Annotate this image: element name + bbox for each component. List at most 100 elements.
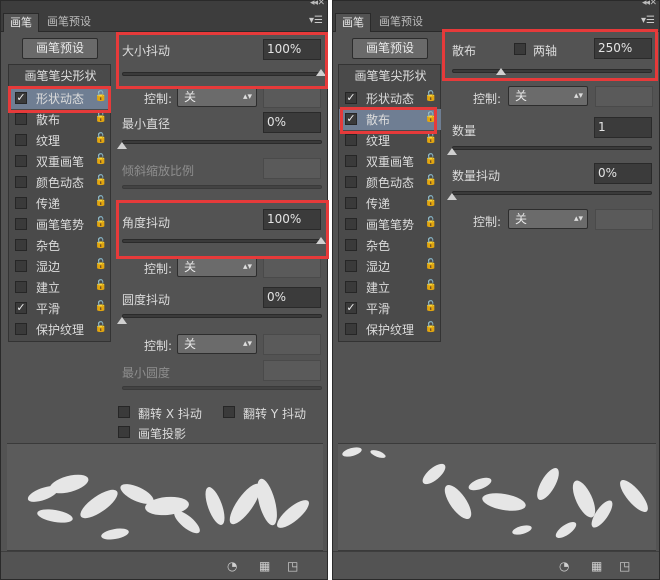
tab-brush[interactable]: 画笔 bbox=[335, 13, 371, 32]
list-item-shape-dynamics[interactable]: ✓ 形状动态 🔓 bbox=[339, 88, 441, 109]
checkbox[interactable] bbox=[15, 197, 27, 209]
toggle-bristle-preview-icon[interactable]: ◔ bbox=[227, 559, 237, 573]
count-jitter-thumb[interactable] bbox=[447, 193, 457, 200]
count-slider[interactable] bbox=[452, 146, 652, 150]
checkbox[interactable] bbox=[345, 197, 357, 209]
lock-icon[interactable]: 🔓 bbox=[425, 133, 437, 144]
lock-icon[interactable]: 🔓 bbox=[425, 175, 437, 186]
lock-icon[interactable]: 🔓 bbox=[95, 196, 107, 207]
checkbox[interactable] bbox=[345, 323, 357, 335]
checkbox[interactable] bbox=[345, 260, 357, 272]
lock-icon[interactable]: 🔓 bbox=[95, 175, 107, 186]
list-item-noise[interactable]: 杂色 🔓 bbox=[339, 235, 441, 256]
lock-icon[interactable]: 🔓 bbox=[425, 280, 437, 291]
lock-icon[interactable]: 🔓 bbox=[95, 154, 107, 165]
list-item-build-up[interactable]: 建立 🔓 bbox=[339, 277, 441, 298]
roundness-control-select[interactable]: 关 ▴▾ bbox=[177, 334, 257, 354]
panel-menu-icon[interactable]: ▾☰ bbox=[641, 15, 655, 26]
brush-presets-button[interactable]: 画笔预设 bbox=[22, 38, 98, 59]
angle-control-select[interactable]: 关 ▴▾ bbox=[177, 257, 257, 277]
list-item-dual-brush[interactable]: 双重画笔 🔓 bbox=[339, 151, 441, 172]
checkbox[interactable]: ✓ bbox=[345, 92, 357, 104]
checkbox[interactable] bbox=[15, 239, 27, 251]
new-preset-icon[interactable]: ◳ bbox=[287, 559, 298, 573]
collapse-icon[interactable]: ◂◂ bbox=[310, 0, 318, 8]
checkbox[interactable] bbox=[15, 323, 27, 335]
brush-presets-button[interactable]: 画笔预设 bbox=[352, 38, 428, 59]
scatter-control-select[interactable]: 关 ▴▾ bbox=[508, 86, 588, 106]
lock-icon[interactable]: 🔓 bbox=[425, 196, 437, 207]
list-item-transfer[interactable]: 传递 🔓 bbox=[339, 193, 441, 214]
checkbox[interactable] bbox=[345, 134, 357, 146]
lock-icon[interactable]: 🔓 bbox=[95, 259, 107, 270]
lock-icon[interactable]: 🔓 bbox=[425, 91, 437, 102]
lock-icon[interactable]: 🔓 bbox=[425, 322, 437, 333]
brush-tip-shape-header[interactable]: 画笔笔尖形状 bbox=[9, 67, 112, 84]
checkbox[interactable]: ✓ bbox=[15, 302, 27, 314]
list-item-color-dynamics[interactable]: 颜色动态 🔓 bbox=[339, 172, 441, 193]
lock-icon[interactable]: 🔓 bbox=[95, 112, 107, 123]
checkbox[interactable] bbox=[345, 176, 357, 188]
close-icon[interactable]: ✕ bbox=[317, 0, 325, 8]
count-thumb[interactable] bbox=[447, 148, 457, 155]
tab-brush-presets[interactable]: 画笔预设 bbox=[373, 13, 429, 32]
collapse-icon[interactable]: ◂◂ bbox=[642, 0, 650, 8]
checkbox[interactable] bbox=[15, 134, 27, 146]
lock-icon[interactable]: 🔓 bbox=[95, 322, 107, 333]
list-item-wet-edges[interactable]: 湿边 🔓 bbox=[339, 256, 441, 277]
brush-projection-checkbox[interactable] bbox=[118, 426, 130, 438]
roundness-jitter-thumb[interactable] bbox=[117, 317, 127, 324]
list-item-smoothing[interactable]: ✓ 平滑 🔓 bbox=[9, 298, 111, 319]
brush-tip-shape-header[interactable]: 画笔笔尖形状 bbox=[339, 67, 442, 84]
checkbox[interactable] bbox=[15, 218, 27, 230]
close-icon[interactable]: ✕ bbox=[649, 0, 657, 8]
list-item-texture[interactable]: 纹理 🔓 bbox=[9, 130, 111, 151]
lock-icon[interactable]: 🔓 bbox=[425, 238, 437, 249]
count-control-select[interactable]: 关 ▴▾ bbox=[508, 209, 588, 229]
list-item-smoothing[interactable]: ✓ 平滑 🔓 bbox=[339, 298, 441, 319]
panel-menu-icon[interactable]: ▾☰ bbox=[309, 15, 323, 26]
flip-x-checkbox[interactable] bbox=[118, 406, 130, 418]
checkbox[interactable]: ✓ bbox=[345, 302, 357, 314]
lock-icon[interactable]: 🔓 bbox=[95, 301, 107, 312]
count-jitter-value[interactable]: 0% bbox=[594, 163, 652, 184]
checkbox[interactable] bbox=[15, 176, 27, 188]
count-jitter-slider[interactable] bbox=[452, 191, 652, 195]
new-preset-icon[interactable]: ◳ bbox=[619, 559, 630, 573]
size-control-select[interactable]: 关 ▴▾ bbox=[177, 87, 257, 107]
min-diameter-slider[interactable] bbox=[122, 140, 322, 144]
checkbox[interactable] bbox=[15, 260, 27, 272]
lock-icon[interactable]: 🔓 bbox=[95, 133, 107, 144]
lock-icon[interactable]: 🔓 bbox=[425, 301, 437, 312]
checkbox[interactable] bbox=[15, 155, 27, 167]
lock-icon[interactable]: 🔓 bbox=[425, 154, 437, 165]
lock-icon[interactable]: 🔓 bbox=[95, 217, 107, 228]
count-value[interactable]: 1 bbox=[594, 117, 652, 138]
list-item-protect-texture[interactable]: 保护纹理 🔓 bbox=[339, 319, 441, 340]
checkbox[interactable] bbox=[345, 239, 357, 251]
min-diameter-value[interactable]: 0% bbox=[263, 112, 321, 133]
checkbox[interactable] bbox=[345, 218, 357, 230]
lock-icon[interactable]: 🔓 bbox=[95, 238, 107, 249]
checkbox[interactable] bbox=[15, 281, 27, 293]
checkbox[interactable] bbox=[345, 155, 357, 167]
roundness-jitter-value[interactable]: 0% bbox=[263, 287, 321, 308]
list-item-build-up[interactable]: 建立 🔓 bbox=[9, 277, 111, 298]
list-item-dual-brush[interactable]: 双重画笔 🔓 bbox=[9, 151, 111, 172]
lock-icon[interactable]: 🔓 bbox=[95, 280, 107, 291]
list-item-protect-texture[interactable]: 保护纹理 🔓 bbox=[9, 319, 111, 340]
grid-icon[interactable]: ▦ bbox=[591, 559, 602, 573]
tab-brush-presets[interactable]: 画笔预设 bbox=[41, 13, 97, 32]
checkbox[interactable] bbox=[345, 281, 357, 293]
toggle-bristle-preview-icon[interactable]: ◔ bbox=[559, 559, 569, 573]
list-item-transfer[interactable]: 传递 🔓 bbox=[9, 193, 111, 214]
list-item-color-dynamics[interactable]: 颜色动态 🔓 bbox=[9, 172, 111, 193]
checkbox[interactable] bbox=[15, 113, 27, 125]
list-item-wet-edges[interactable]: 湿边 🔓 bbox=[9, 256, 111, 277]
min-diameter-thumb[interactable] bbox=[117, 142, 127, 149]
tab-brush[interactable]: 画笔 bbox=[3, 13, 39, 32]
lock-icon[interactable]: 🔓 bbox=[425, 259, 437, 270]
lock-icon[interactable]: 🔓 bbox=[425, 217, 437, 228]
flip-y-checkbox[interactable] bbox=[223, 406, 235, 418]
list-item-brush-pose[interactable]: 画笔笔势 🔓 bbox=[9, 214, 111, 235]
